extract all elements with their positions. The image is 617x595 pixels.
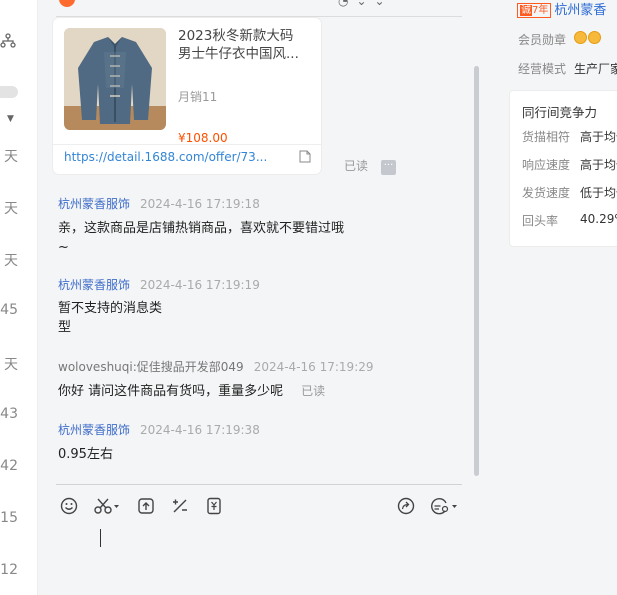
member-medal-label: 会员勋章 xyxy=(518,33,567,47)
message-time: 2024-4-16 17:19:18 xyxy=(140,197,260,211)
jacket-image xyxy=(64,28,166,130)
product-title[interactable]: 2023秋冬新款大码 男士牛仔衣中国风... xyxy=(178,27,313,63)
message-input[interactable] xyxy=(100,529,101,547)
calculator-icon[interactable] xyxy=(170,496,190,516)
upload-icon[interactable] xyxy=(136,496,156,516)
message-header: 杭州蒙香服饰 2024-4-16 17:19:18 xyxy=(58,195,260,212)
sender-name[interactable]: 杭州蒙香服饰 xyxy=(58,278,130,292)
divider xyxy=(53,144,321,145)
message-time: 2024-4-16 17:19:29 xyxy=(253,360,374,374)
product-sales: 月销11 xyxy=(178,90,218,104)
contact-item-meta[interactable]: 天 xyxy=(0,250,18,270)
more-icon[interactable]: ··· xyxy=(381,160,396,175)
message-line: 你好 请问这件商品有货吗，重量多少呢 xyxy=(58,384,284,399)
message-line: 型 xyxy=(58,320,72,335)
product-image[interactable] xyxy=(64,28,166,130)
product-link[interactable]: https://detail.1688.com/offer/73... xyxy=(64,150,267,164)
metric-label: 货描相符 xyxy=(522,130,571,144)
message-line: 亲，这款商品是店铺热销商品，喜欢就不要错过哦 xyxy=(58,221,345,236)
share-icon[interactable] xyxy=(396,496,416,516)
org-structure-icon[interactable] xyxy=(0,33,16,49)
scissors-icon[interactable] xyxy=(93,496,121,516)
message-text: 你好 请问这件商品有货吗，重量多少呢 已读 xyxy=(58,382,325,401)
contact-item-meta[interactable]: 42 xyxy=(0,458,18,474)
message-text: 亲，这款商品是店铺热销商品，喜欢就不要错过哦 ~ xyxy=(58,219,344,257)
message-line: 0.95左右 xyxy=(58,447,113,462)
metric-label: 响应速度 xyxy=(522,158,571,172)
shop-info-panel: 诚7年杭州蒙香 会员勋章 经营模式 生产厂家 同行间竞争力 货描相符 高于均值 … xyxy=(482,0,617,595)
message-text: 0.95左右 xyxy=(58,445,113,464)
metric-value: 高于均值 xyxy=(580,158,617,172)
metric-value: 低于均值 xyxy=(580,186,617,200)
message-line: ~ xyxy=(58,240,69,255)
chengxin-badge: 诚7年 xyxy=(517,3,552,18)
header-icons[interactable]: ◔⌄⌄ xyxy=(338,0,393,8)
message-time: 2024-4-16 17:19:19 xyxy=(140,278,260,292)
metric-label: 发货速度 xyxy=(522,186,571,200)
shop-name[interactable]: 杭州蒙香 xyxy=(554,3,606,18)
document-icon[interactable] xyxy=(299,150,311,163)
chevron-down-icon[interactable]: ▼ xyxy=(7,114,14,124)
emoji-icon[interactable] xyxy=(59,496,79,516)
contact-item-meta[interactable]: 天 xyxy=(0,198,18,218)
metric-label: 回头率 xyxy=(522,214,559,228)
contact-item-meta[interactable]: 43 xyxy=(0,406,18,422)
scrollbar[interactable] xyxy=(474,66,479,476)
contact-item-meta[interactable]: 45 xyxy=(0,302,18,318)
message-header: 杭州蒙香服饰 2024-4-16 17:19:19 xyxy=(58,276,260,293)
contact-item-meta[interactable]: 12 xyxy=(0,562,18,578)
medal-icon xyxy=(574,31,587,44)
message-time: 2024-4-16 17:19:38 xyxy=(140,423,260,437)
product-price: ¥108.00 xyxy=(178,131,228,145)
product-card[interactable]: 2023秋冬新款大码 男士牛仔衣中国风... 月销11 ¥108.00 http… xyxy=(53,18,321,174)
sender-name[interactable]: 杭州蒙香服饰 xyxy=(58,423,130,437)
coupon-icon[interactable] xyxy=(204,496,224,516)
message-header: 杭州蒙香服饰 2024-4-16 17:19:38 xyxy=(58,421,260,438)
contact-list-strip: ▼ 天 天 天 45 天 43 42 15 12 xyxy=(0,0,38,595)
history-icon[interactable] xyxy=(429,496,459,516)
divider xyxy=(56,484,462,485)
chat-panel: ◔⌄⌄ 2023秋冬新款大码 男士牛仔衣中国风... 月销11 ¥108.00 … xyxy=(38,0,482,595)
avatar xyxy=(59,0,75,7)
contact-item-meta[interactable]: 天 xyxy=(0,146,18,166)
product-title-line1: 2023秋冬新款大码 xyxy=(178,28,294,44)
contact-item-meta[interactable]: 天 xyxy=(0,354,18,374)
medal-icon xyxy=(588,31,601,44)
product-title-line2: 男士牛仔衣中国风... xyxy=(178,46,299,62)
toggle-switch[interactable] xyxy=(0,86,18,98)
divider xyxy=(56,16,462,17)
shop-header: 诚7年 杭州蒙香 xyxy=(517,0,606,18)
read-status: 已读 xyxy=(301,384,326,398)
read-status: 已读 xyxy=(344,159,369,173)
sender-name[interactable]: woloveshuqi:促佳搜品开发部049 xyxy=(58,360,244,374)
metric-value: 40.29% xyxy=(580,212,617,226)
metric-value: 高于均值 xyxy=(580,130,617,144)
business-mode-value: 生产厂家 xyxy=(574,62,617,76)
medal-icons xyxy=(574,31,602,45)
competition-card: 同行间竞争力 货描相符 高于均值 响应速度 高于均值 发货速度 低于均值 回头率… xyxy=(509,90,617,247)
message-text: 暂不支持的消息类 型 xyxy=(58,299,162,337)
competition-title: 同行间竞争力 xyxy=(522,105,598,120)
sender-name[interactable]: 杭州蒙香服饰 xyxy=(58,197,130,211)
message-line: 暂不支持的消息类 xyxy=(58,301,163,316)
message-header: woloveshuqi:促佳搜品开发部049 2024-4-16 17:19:29 xyxy=(58,358,374,375)
contact-item-meta[interactable]: 15 xyxy=(0,510,18,526)
business-mode-label: 经营模式 xyxy=(518,62,567,76)
